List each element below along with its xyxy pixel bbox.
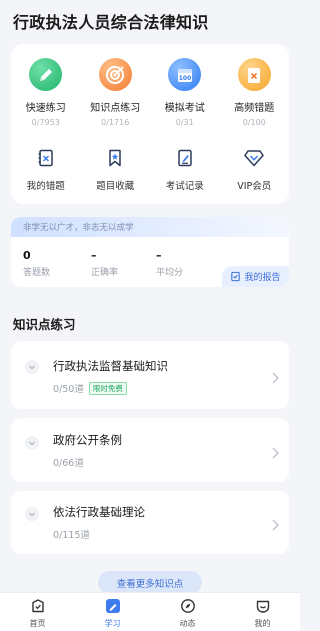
quick-practice-button[interactable]: 快速练习 0/7953 [11,58,81,127]
quick-practice-count: 0/7953 [31,118,60,127]
stats-card: 非学无以广才，非志无以成学 0 答题数 – 正确率 – 平均分 我的报告 [11,217,289,287]
main-feature-row: 快速练习 0/7953 知识点练习 0/1716 100 模拟考试 0/31 高… [11,58,289,127]
exam-records-button[interactable]: 考试记录 [150,147,220,192]
average-stat: – 平均分 [156,249,183,278]
answered-stat: 0 答题数 [23,249,50,278]
bookmark-icon [104,147,126,169]
knowledge-practice-button[interactable]: 知识点练习 0/1716 [81,58,151,127]
knowledge-item-meta: 0/115道 [53,527,90,541]
feature-card: 快速练习 0/7953 知识点练习 0/1716 100 模拟考试 0/31 高… [11,44,289,204]
mock-exam-label: 模拟考试 [164,103,205,114]
page-title: 行政执法人员综合法律知识 [13,13,209,32]
question-favorites-label: 题目收藏 [96,181,135,192]
vip-member-label: VIP会员 [237,181,272,192]
knowledge-item-name: 依法行政基础理论 [53,505,145,519]
exam-records-label: 考试记录 [165,181,204,192]
exam-record-icon [174,147,196,169]
target-icon [98,58,132,91]
mock-exam-count: 0/31 [175,118,194,127]
knowledge-practice-label: 知识点练习 [90,103,141,114]
tab-home-label: 首页 [29,619,46,628]
my-report-label: 我的报告 [244,273,281,283]
report-icon [230,267,241,286]
free-badge: 限时免费 [88,381,127,395]
accuracy-value: – [91,249,97,262]
expand-toggle[interactable] [25,507,39,521]
question-favorites-button[interactable]: 题目收藏 [81,147,151,192]
knowledge-practice-count: 0/1716 [101,118,130,127]
accuracy-stat: – 正确率 [91,249,118,278]
my-report-button[interactable]: 我的报告 [222,266,289,287]
answered-label: 答题数 [23,268,51,278]
accuracy-label: 正确率 [91,268,119,278]
mock-exam-button[interactable]: 100 模拟考试 0/31 [150,58,220,127]
knowledge-item[interactable]: 政府公开条例 0/66道 [11,418,289,482]
calendar-100-icon: 100 [168,58,202,91]
chevron-right-icon [272,369,279,388]
svg-text:100: 100 [178,75,191,82]
expand-toggle[interactable] [25,360,39,374]
error-card-icon [237,58,271,91]
average-label: 平均分 [156,268,184,278]
tab-profile-label: 我的 [254,619,271,628]
diamond-icon [243,147,265,169]
average-value: – [156,249,162,262]
knowledge-section-title: 知识点练习 [13,317,76,332]
tab-study-label: 学习 [104,619,121,628]
compass-icon [179,597,197,615]
home-icon [29,597,47,615]
motto-banner: 非学无以广才，非志无以成学 [11,217,289,237]
knowledge-item-count: 0/115道 [53,530,90,541]
pencil-icon [29,58,63,91]
tab-study[interactable]: 学习 [75,593,150,631]
study-icon [104,597,122,615]
tab-feed-label: 动态 [179,619,196,628]
knowledge-item-count: 0/50道 [53,384,84,395]
frequent-errors-button[interactable]: 高频错题 0/100 [220,58,290,127]
knowledge-item-meta: 0/50道 限时免费 [53,381,127,395]
tab-feed[interactable]: 动态 [150,593,225,631]
my-wrong-questions-label: 我的错题 [26,181,65,192]
tab-home[interactable]: 首页 [0,593,75,631]
knowledge-item[interactable]: 依法行政基础理论 0/115道 [11,491,289,554]
motto-text: 非学无以广才，非志无以成学 [23,223,134,233]
vip-member-button[interactable]: VIP会员 [220,147,290,192]
chevron-right-icon [272,444,279,463]
frequent-errors-count: 0/100 [242,118,266,127]
wrong-notebook-icon [35,147,57,169]
knowledge-item-name: 政府公开条例 [53,433,122,447]
answered-value: 0 [23,249,31,262]
knowledge-item-count: 0/66道 [53,458,84,469]
bottom-tab-bar: 首页 学习 动态 我的 [0,592,300,631]
knowledge-item-name: 行政执法监督基础知识 [53,359,168,373]
sub-feature-row: 我的错题 题目收藏 考试记录 VIP会员 [11,147,289,192]
my-wrong-questions-button[interactable]: 我的错题 [11,147,81,192]
quick-practice-label: 快速练习 [25,103,66,114]
profile-icon [254,597,272,615]
chevron-right-icon [272,516,279,535]
frequent-errors-label: 高频错题 [234,103,275,114]
knowledge-item-meta: 0/66道 [53,455,84,469]
view-more-knowledge-button[interactable]: 查看更多知识点 [98,571,202,594]
knowledge-item[interactable]: 行政执法监督基础知识 0/50道 限时免费 [11,341,289,409]
expand-toggle[interactable] [25,436,39,450]
tab-profile[interactable]: 我的 [225,593,300,631]
